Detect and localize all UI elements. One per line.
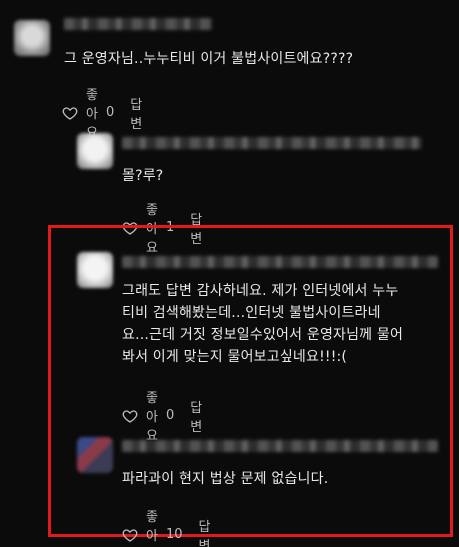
reply-button[interactable]: 답변 [130, 94, 142, 132]
username-blurred[interactable] [64, 18, 212, 30]
heart-outline-icon[interactable] [62, 105, 78, 121]
username-blurred[interactable] [122, 440, 438, 452]
like-count: 0 [165, 408, 175, 423]
comment-actions: 좋아요 0 답변 [122, 387, 202, 444]
reply-button[interactable]: 답변 [190, 397, 202, 435]
like-button[interactable]: 좋아요 [146, 506, 158, 547]
like-count: 0 [105, 105, 115, 120]
reply-button[interactable]: 답변 [199, 516, 211, 547]
comment-text: 그래도 답변 감사하네요. 제가 인터넷에서 누누 티비 검색해봤는데...인터… [122, 283, 404, 365]
heart-outline-icon[interactable] [122, 408, 138, 424]
avatar[interactable] [14, 20, 50, 56]
like-button[interactable]: 좋아요 [146, 387, 158, 444]
heart-outline-icon[interactable] [122, 527, 138, 543]
comment-text: 그 운영자님..누누티비 이거 불법사이트에요???? [64, 51, 354, 67]
like-count: 10 [165, 527, 183, 542]
comment-text: 파라과이 현지 법상 문제 없습니다. [122, 471, 329, 487]
avatar[interactable] [77, 133, 113, 169]
avatar[interactable] [77, 437, 113, 473]
comment-thread: 그 운영자님..누누티비 이거 불법사이트에요???? 좋아요 0 답변 몰?루… [0, 0, 459, 547]
comment-text: 몰?루? [122, 168, 164, 184]
username-blurred[interactable] [122, 137, 422, 149]
username-blurred[interactable] [122, 256, 438, 268]
avatar[interactable] [77, 252, 113, 288]
comment-actions: 좋아요 10 답변 [122, 506, 210, 547]
